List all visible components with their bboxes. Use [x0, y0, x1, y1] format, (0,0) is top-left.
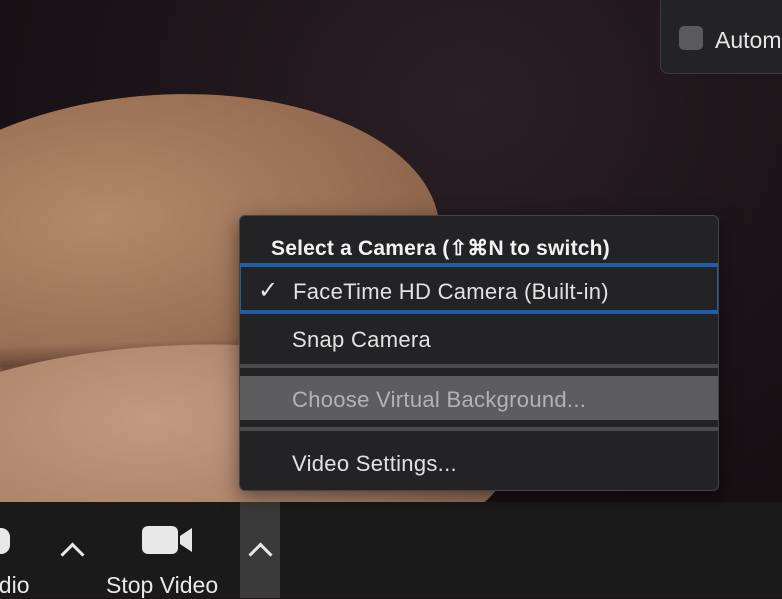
auto-checkbox[interactable]	[679, 26, 703, 50]
menu-divider	[240, 427, 718, 431]
auto-checkbox-label[interactable]: Autom	[715, 27, 781, 54]
top-settings-panel: Autom	[660, 0, 782, 74]
menu-item-label: Snap Camera	[292, 327, 432, 352]
stop-video-button[interactable]: Stop Video	[106, 572, 218, 599]
menu-item-facetime-camera[interactable]: ✓ FaceTime HD Camera (Built-in)	[240, 263, 718, 314]
menu-item-snap-camera[interactable]: Snap Camera	[240, 319, 718, 359]
camera-select-menu: Select a Camera (⇧⌘N to switch) ✓ FaceTi…	[239, 215, 719, 491]
menu-item-label: Video Settings...	[292, 451, 457, 476]
microphone-icon[interactable]	[0, 528, 10, 554]
menu-divider	[240, 364, 718, 368]
video-camera-icon[interactable]	[142, 524, 194, 556]
menu-item-virtual-background[interactable]: Choose Virtual Background...	[240, 376, 718, 420]
meeting-toolbar: udio Stop Video	[0, 502, 782, 598]
audio-button-label[interactable]: udio	[0, 572, 29, 599]
audio-options-chevron-up-icon[interactable]	[60, 542, 85, 567]
menu-item-video-settings[interactable]: Video Settings...	[240, 448, 718, 486]
menu-item-label: FaceTime HD Camera (Built-in)	[293, 279, 609, 304]
menu-header: Select a Camera (⇧⌘N to switch)	[271, 237, 610, 260]
menu-item-label: Choose Virtual Background...	[292, 387, 587, 412]
checkmark-icon: ✓	[258, 277, 279, 304]
